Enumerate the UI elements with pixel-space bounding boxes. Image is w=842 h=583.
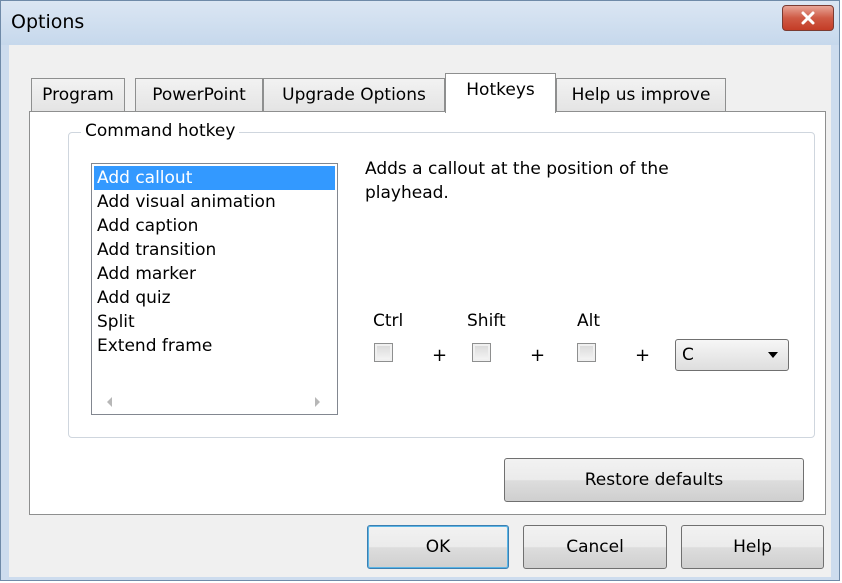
command-list[interactable]: Add callout Add visual animation Add cap… (91, 163, 338, 415)
title-bar[interactable]: Options (1, 1, 839, 45)
tab-upgrade-options[interactable]: Upgrade Options (263, 78, 445, 111)
ctrl-label: Ctrl (373, 311, 404, 331)
tab-program[interactable]: Program (31, 78, 125, 111)
command-description: Adds a callout at the position of the pl… (365, 159, 669, 203)
tab-label: Upgrade Options (282, 85, 426, 105)
close-button[interactable] (782, 5, 834, 31)
list-item-add-quiz[interactable]: Add quiz (94, 286, 335, 310)
scroll-right-icon[interactable] (315, 397, 320, 407)
list-item-add-visual-animation[interactable]: Add visual animation (94, 190, 335, 214)
plus-sign: + (432, 345, 448, 366)
key-select[interactable]: C (675, 339, 789, 371)
tab-label: Hotkeys (466, 80, 535, 100)
horizontal-scrollbar[interactable] (93, 393, 336, 413)
tab-hotkeys[interactable]: Hotkeys (445, 73, 556, 113)
dialog-client-area: Program PowerPoint Upgrade Options Hotke… (9, 45, 831, 577)
command-hotkey-group: Command hotkey Add callout Add visual an… (68, 121, 815, 438)
options-dialog: Options Program PowerPoint Upgrade Optio… (0, 0, 840, 581)
scroll-left-icon[interactable] (107, 397, 112, 407)
list-item-split[interactable]: Split (94, 310, 335, 334)
list-item-add-transition[interactable]: Add transition (94, 238, 335, 262)
plus-sign: + (530, 345, 546, 366)
ctrl-checkbox[interactable] (374, 343, 393, 362)
list-item-add-caption[interactable]: Add caption (94, 214, 335, 238)
alt-checkbox[interactable] (577, 343, 596, 362)
shift-label: Shift (467, 311, 506, 331)
tab-powerpoint[interactable]: PowerPoint (135, 78, 263, 111)
ok-button[interactable]: OK (367, 525, 509, 569)
window-title: Options (11, 11, 85, 33)
key-select-value: C (682, 345, 694, 365)
help-button[interactable]: Help (681, 525, 824, 569)
close-icon (801, 11, 815, 25)
tab-label: PowerPoint (152, 85, 246, 105)
list-item-extend-frame[interactable]: Extend frame (94, 334, 335, 358)
list-item-add-callout[interactable]: Add callout (94, 166, 335, 190)
group-label: Command hotkey (81, 121, 240, 141)
list-item-add-marker[interactable]: Add marker (94, 262, 335, 286)
plus-sign: + (635, 345, 651, 366)
shift-checkbox[interactable] (472, 343, 491, 362)
alt-label: Alt (577, 311, 601, 331)
chevron-down-icon (768, 352, 778, 358)
tab-label: Program (42, 85, 114, 105)
restore-defaults-button[interactable]: Restore defaults (504, 458, 804, 502)
tab-label: Help us improve (571, 85, 711, 105)
cancel-button[interactable]: Cancel (523, 525, 667, 569)
hotkeys-tab-panel: Command hotkey Add callout Add visual an… (29, 111, 826, 515)
tab-help-us-improve[interactable]: Help us improve (556, 78, 726, 111)
